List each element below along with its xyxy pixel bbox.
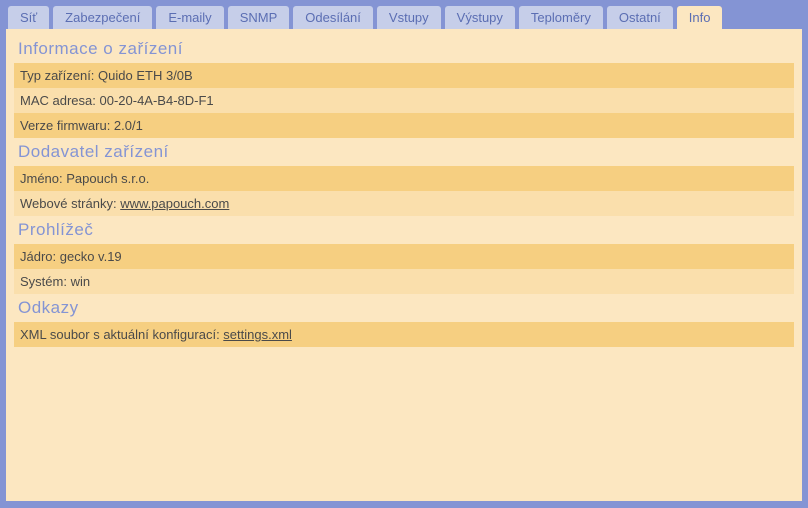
label-browser-engine: Jádro:	[20, 249, 60, 264]
tab-outputs[interactable]: Výstupy	[445, 6, 515, 29]
row-mac-address: MAC adresa: 00-20-4A-B4-8D-F1	[14, 88, 794, 113]
value-mac-address: 00-20-4A-B4-8D-F1	[99, 93, 213, 108]
tab-info[interactable]: Info	[677, 6, 723, 29]
row-device-type: Typ zařízení: Quido ETH 3/0B	[14, 63, 794, 88]
row-supplier-website: Webové stránky: www.papouch.com	[14, 191, 794, 216]
tab-inputs[interactable]: Vstupy	[377, 6, 441, 29]
row-firmware-version: Verze firmwaru: 2.0/1	[14, 113, 794, 138]
label-supplier-website: Webové stránky:	[20, 196, 120, 211]
section-title-browser: Prohlížeč	[14, 216, 794, 244]
tab-other[interactable]: Ostatní	[607, 6, 673, 29]
section-title-device-info: Informace o zařízení	[14, 35, 794, 63]
value-browser-engine: gecko v.19	[60, 249, 122, 264]
value-device-type: Quido ETH 3/0B	[98, 68, 193, 83]
section-title-supplier: Dodavatel zařízení	[14, 138, 794, 166]
row-xml-config: XML soubor s aktuální konfigurací: setti…	[14, 322, 794, 347]
value-supplier-name: Papouch s.r.o.	[66, 171, 149, 186]
app-container: Síť Zabezpečení E-maily SNMP Odesílání V…	[0, 0, 808, 508]
tab-thermometers[interactable]: Teploměry	[519, 6, 603, 29]
label-xml-config: XML soubor s aktuální konfigurací:	[20, 327, 223, 342]
tab-network[interactable]: Síť	[8, 6, 49, 29]
label-device-type: Typ zařízení:	[20, 68, 98, 83]
row-browser-system: Systém: win	[14, 269, 794, 294]
tab-snmp[interactable]: SNMP	[228, 6, 290, 29]
row-browser-engine: Jádro: gecko v.19	[14, 244, 794, 269]
link-supplier-website[interactable]: www.papouch.com	[120, 196, 229, 211]
link-settings-xml[interactable]: settings.xml	[223, 327, 292, 342]
value-browser-system: win	[71, 274, 91, 289]
label-supplier-name: Jméno:	[20, 171, 66, 186]
tab-security[interactable]: Zabezpečení	[53, 6, 152, 29]
label-firmware-version: Verze firmwaru:	[20, 118, 114, 133]
content-panel: Informace o zařízení Typ zařízení: Quido…	[6, 29, 802, 501]
value-firmware-version: 2.0/1	[114, 118, 143, 133]
label-mac-address: MAC adresa:	[20, 93, 99, 108]
section-title-links: Odkazy	[14, 294, 794, 322]
row-supplier-name: Jméno: Papouch s.r.o.	[14, 166, 794, 191]
tab-bar: Síť Zabezpečení E-maily SNMP Odesílání V…	[6, 6, 802, 29]
label-browser-system: Systém:	[20, 274, 71, 289]
tab-emails[interactable]: E-maily	[156, 6, 223, 29]
tab-sending[interactable]: Odesílání	[293, 6, 373, 29]
